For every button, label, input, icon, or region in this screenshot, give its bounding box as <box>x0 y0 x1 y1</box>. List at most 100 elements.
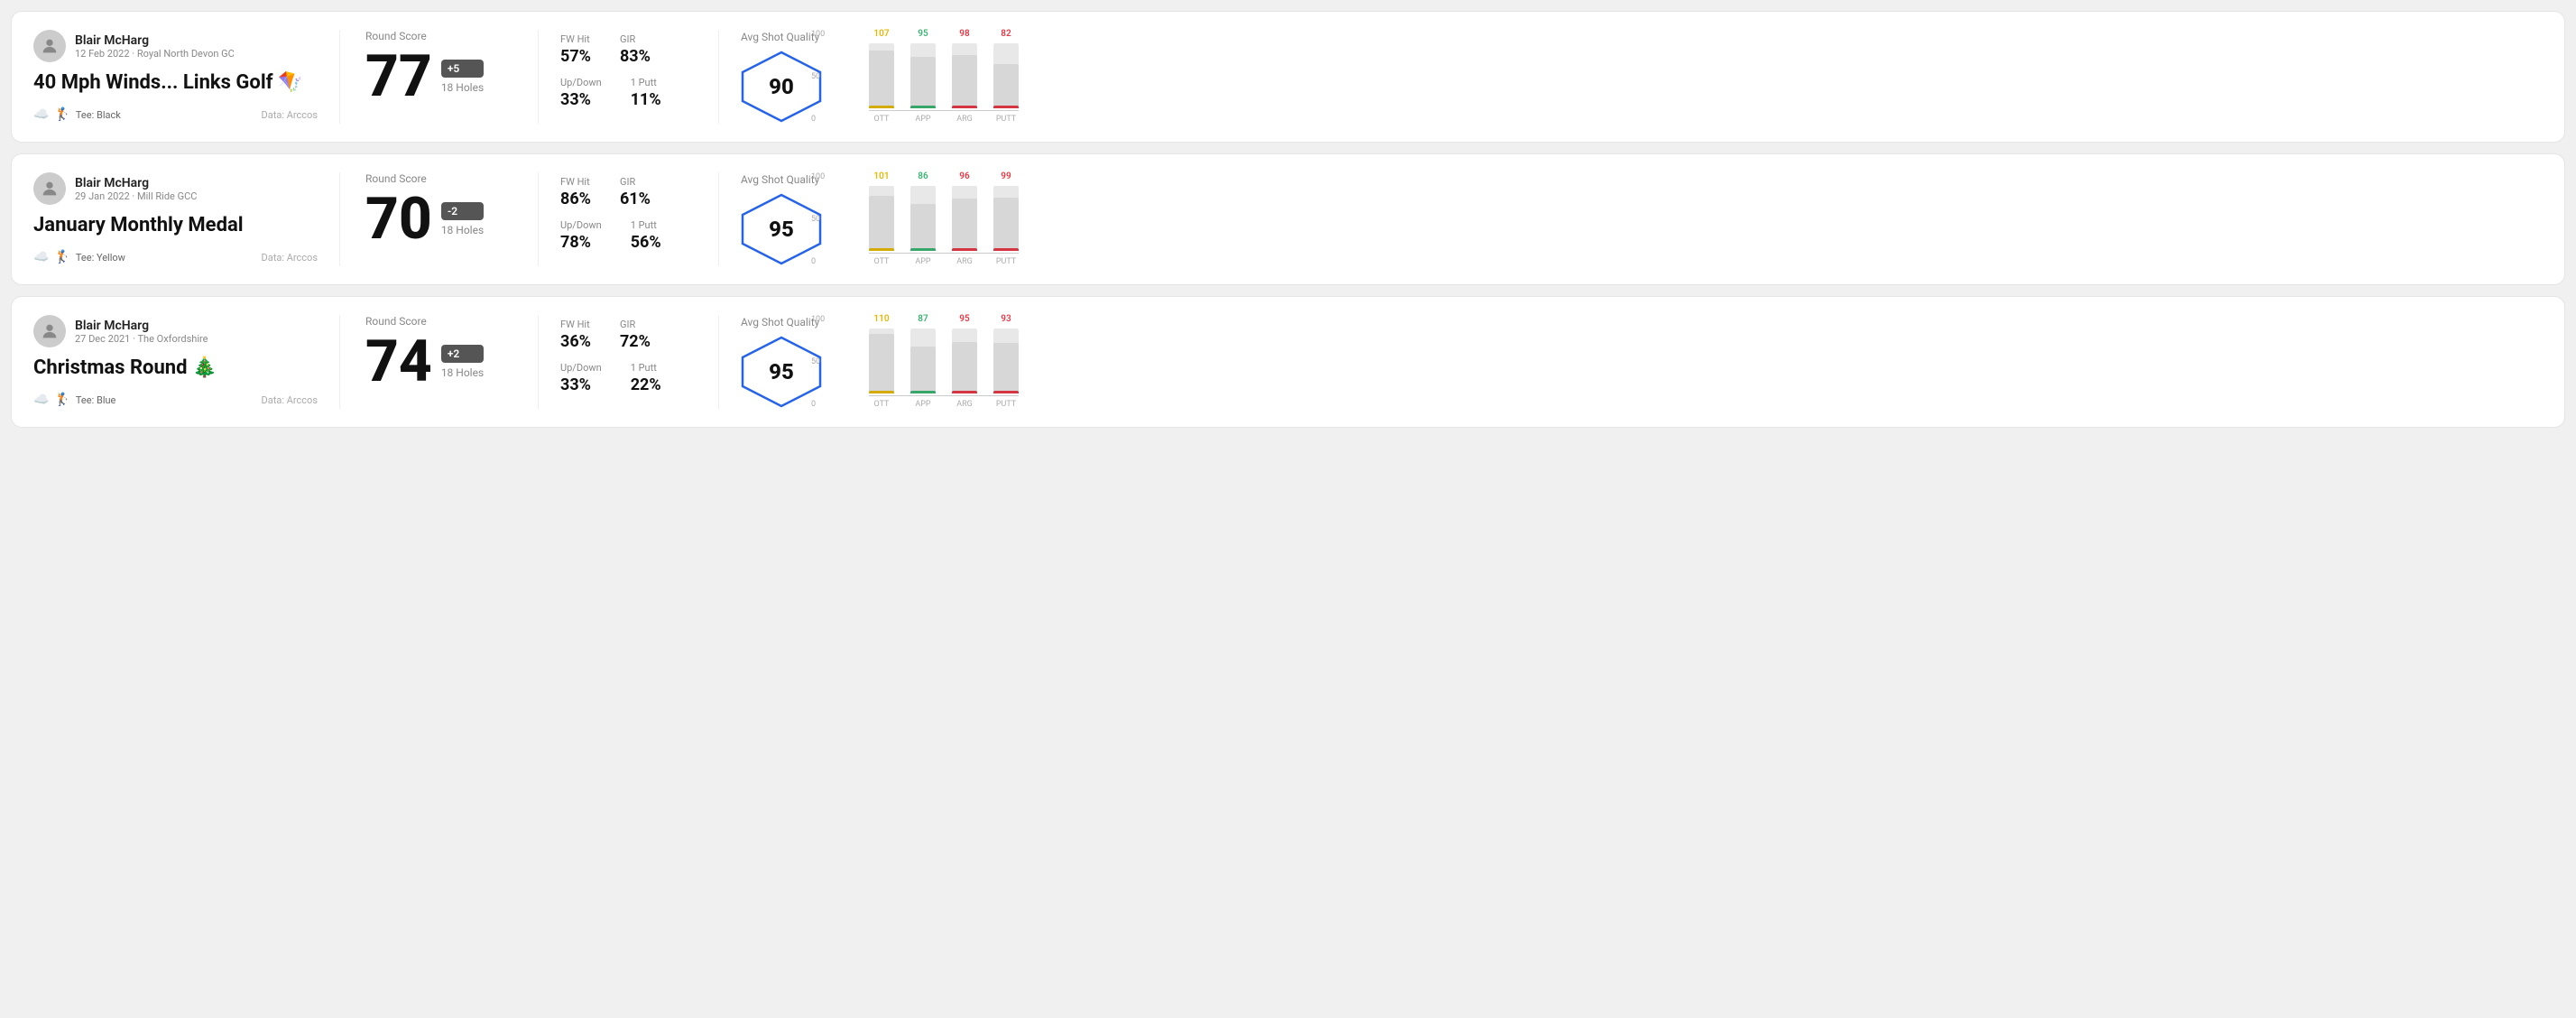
stat-group-top: FW Hit 86% GIR 61% <box>560 176 697 208</box>
one-putt-value: 11% <box>631 90 661 109</box>
holes-label: 18 Holes <box>441 224 484 236</box>
bar-value-ott: 107 <box>873 29 889 39</box>
bar-value-app: 86 <box>918 171 928 181</box>
tee-info: ☁️ 🏌️ Tee: Black <box>33 107 121 122</box>
score-section: Round Score 77 +5 18 Holes <box>340 30 539 124</box>
chart-wrapper: 100 50 0 107 95 <box>840 30 1019 124</box>
x-label-arg: ARG <box>952 257 977 266</box>
updown-value: 78% <box>560 233 602 252</box>
score-meta: -2 18 Holes <box>441 202 484 236</box>
x-label-ott: OTT <box>869 115 894 124</box>
tee-label: Tee: Yellow <box>76 252 125 264</box>
one-putt-value: 22% <box>631 375 661 394</box>
y-axis: 100 50 0 <box>811 315 825 409</box>
hexagon-container: 90 <box>741 51 822 123</box>
stat-group-bottom: Up/Down 33% 1 Putt 11% <box>560 77 697 109</box>
chart-wrapper: 100 50 0 110 87 <box>840 315 1019 409</box>
round-card: Blair McHarg 27 Dec 2021 · The Oxfordshi… <box>11 296 2565 428</box>
x-label-arg: ARG <box>952 400 977 409</box>
stat-one-putt: 1 Putt 56% <box>631 219 661 252</box>
bar-value-ott: 101 <box>873 171 889 181</box>
stat-fw-hit: FW Hit 86% <box>560 176 591 208</box>
stat-gir: GIR 72% <box>620 319 651 351</box>
x-labels: OTTAPPARGPUTT <box>869 115 1019 124</box>
bar-bg-arg <box>952 186 977 251</box>
fw-hit-label: FW Hit <box>560 33 591 45</box>
bar-value-app: 87 <box>918 314 928 324</box>
hexagon-svg: 90 <box>741 51 822 123</box>
left-section: Blair McHarg 29 Jan 2022 · Mill Ride GCC… <box>33 172 340 266</box>
bar-bg-putt <box>993 43 1019 108</box>
bar-col-putt: 99 <box>993 186 1019 251</box>
bar-bg-ott <box>869 329 894 393</box>
hexagon-svg: 95 <box>741 336 822 408</box>
bottom-row: ☁️ 🏌️ Tee: Yellow Data: Arccos <box>33 250 318 264</box>
gir-value: 72% <box>620 332 651 351</box>
bottom-row: ☁️ 🏌️ Tee: Black Data: Arccos <box>33 107 318 122</box>
stat-updown: Up/Down 78% <box>560 219 602 252</box>
x-labels: OTTAPPARGPUTT <box>869 257 1019 266</box>
player-date-course: 12 Feb 2022 · Royal North Devon GC <box>75 48 235 60</box>
updown-value: 33% <box>560 375 602 394</box>
x-label-ott: OTT <box>869 257 894 266</box>
bar-value-app: 95 <box>918 29 928 39</box>
one-putt-label: 1 Putt <box>631 362 661 374</box>
bar-col-ott: 101 <box>869 186 894 251</box>
left-section: Blair McHarg 27 Dec 2021 · The Oxfordshi… <box>33 315 340 409</box>
quality-left: Avg Shot Quality 90 <box>741 31 822 123</box>
data-source: Data: Arccos <box>262 252 318 264</box>
bar-value-arg: 95 <box>959 314 969 324</box>
bar-col-arg: 98 <box>952 43 977 108</box>
x-labels: OTTAPPARGPUTT <box>869 400 1019 409</box>
quality-section: Avg Shot Quality 95 100 50 0 101 <box>719 172 2543 266</box>
bar-value-putt: 82 <box>1001 29 1011 39</box>
bar-value-arg: 98 <box>959 29 969 39</box>
bar-bg-app <box>910 186 936 251</box>
quality-section: Avg Shot Quality 90 100 50 0 107 <box>719 30 2543 124</box>
cloud-icon: ☁️ <box>33 393 49 407</box>
round-score-label: Round Score <box>365 315 512 328</box>
score-section: Round Score 74 +2 18 Holes <box>340 315 539 409</box>
svg-text:90: 90 <box>769 74 794 99</box>
cloud-icon: ☁️ <box>33 250 49 264</box>
score-badge: +5 <box>441 60 484 78</box>
fw-hit-label: FW Hit <box>560 319 591 330</box>
chart-wrapper: 100 50 0 101 86 <box>840 172 1019 266</box>
x-label-arg: ARG <box>952 115 977 124</box>
score-meta: +2 18 Holes <box>441 345 484 379</box>
data-source: Data: Arccos <box>262 394 318 406</box>
bar-chart: 101 86 96 <box>869 172 1019 254</box>
stat-fw-hit: FW Hit 36% <box>560 319 591 351</box>
one-putt-label: 1 Putt <box>631 219 661 231</box>
hexagon-svg: 95 <box>741 193 822 265</box>
updown-label: Up/Down <box>560 219 602 231</box>
player-row: Blair McHarg 29 Jan 2022 · Mill Ride GCC <box>33 172 318 205</box>
gir-label: GIR <box>620 33 651 45</box>
flag-icon: 🏌️ <box>54 393 69 407</box>
bar-value-ott: 110 <box>873 314 889 324</box>
round-title: Christmas Round 🎄 <box>33 356 318 380</box>
player-row: Blair McHarg 12 Feb 2022 · Royal North D… <box>33 30 318 62</box>
quality-left: Avg Shot Quality 95 <box>741 173 822 265</box>
holes-label: 18 Holes <box>441 81 484 94</box>
bar-col-putt: 93 <box>993 329 1019 393</box>
score-row: 77 +5 18 Holes <box>365 48 512 106</box>
updown-label: Up/Down <box>560 77 602 88</box>
fw-hit-value: 57% <box>560 47 591 66</box>
player-name: Blair McHarg <box>75 319 208 333</box>
holes-label: 18 Holes <box>441 366 484 379</box>
one-putt-value: 56% <box>631 233 661 252</box>
bar-chart: 107 95 98 <box>869 30 1019 111</box>
bar-col-app: 95 <box>910 43 936 108</box>
left-section: Blair McHarg 12 Feb 2022 · Royal North D… <box>33 30 340 124</box>
cloud-icon: ☁️ <box>33 107 49 122</box>
score-badge: -2 <box>441 202 484 220</box>
player-name: Blair McHarg <box>75 176 197 190</box>
player-info: Blair McHarg 29 Jan 2022 · Mill Ride GCC <box>75 176 197 202</box>
gir-label: GIR <box>620 176 651 188</box>
score-section: Round Score 70 -2 18 Holes <box>340 172 539 266</box>
avatar <box>33 172 66 205</box>
svg-text:95: 95 <box>769 217 794 242</box>
bar-col-app: 86 <box>910 186 936 251</box>
bar-bg-arg <box>952 43 977 108</box>
